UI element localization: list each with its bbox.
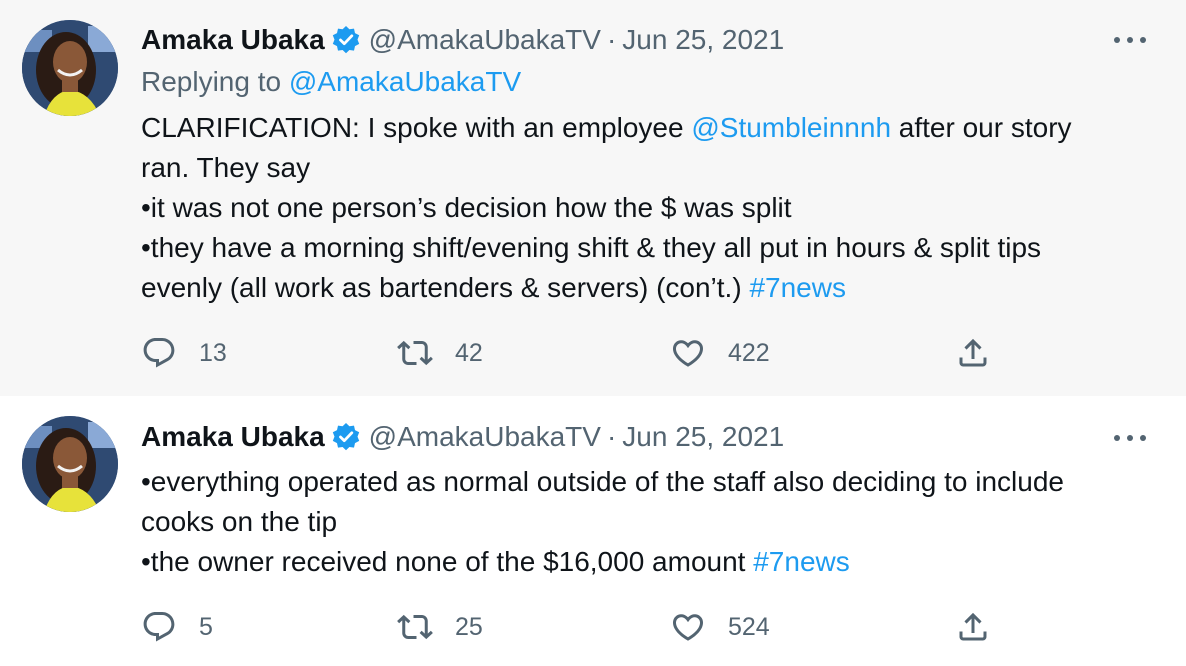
more-icon[interactable] <box>1114 30 1146 50</box>
reply-button[interactable]: 13 <box>141 333 227 373</box>
header-separator: · <box>606 421 617 452</box>
avatar[interactable] <box>22 20 118 116</box>
reply-icon <box>143 612 175 642</box>
replying-to-label: Replying to <box>141 66 289 97</box>
share-icon <box>959 338 987 367</box>
avatar[interactable] <box>22 416 118 512</box>
tweet-header: Amaka Ubaka @AmakaUbakaTV · Jun 25, 2021 <box>141 22 784 58</box>
tweet-text-line: •everything operated as normal outside o… <box>141 466 1064 497</box>
like-count: 524 <box>728 612 770 641</box>
tweet-text-line: cooks on the tip <box>141 506 338 537</box>
author-name[interactable]: Amaka Ubaka <box>141 421 325 453</box>
tweet-text: CLARIFICATION: I spoke with an employee … <box>141 108 1151 308</box>
retweet-count: 25 <box>455 612 483 641</box>
text-segment: •the owner received none of the $16,000 … <box>141 546 754 577</box>
reply-count: 13 <box>199 338 227 367</box>
tweet-parent[interactable]: Amaka Ubaka @AmakaUbakaTV · Jun 25, 2021… <box>0 0 1186 396</box>
text-segment: CLARIFICATION: I spoke with an employee <box>141 112 692 143</box>
tweet-text-line: •it was not one person’s decision how th… <box>141 192 792 223</box>
tweet-date[interactable]: Jun 25, 2021 <box>622 421 784 453</box>
reply-count: 5 <box>199 612 213 641</box>
text-segment: evenly (all work as bartenders & servers… <box>141 272 750 303</box>
tweet-header: Amaka Ubaka @AmakaUbakaTV · Jun 25, 2021 <box>141 419 784 455</box>
tweet-text: •everything operated as normal outside o… <box>141 462 1151 582</box>
hashtag-link[interactable]: #7news <box>749 272 846 303</box>
tweet-text-line: •they have a morning shift/evening shift… <box>141 232 1042 263</box>
retweet-icon <box>397 340 433 366</box>
more-icon[interactable] <box>1114 428 1146 448</box>
tweet-text-line: •the owner received none of the $16,000 … <box>141 542 1151 582</box>
like-icon <box>672 340 704 367</box>
mention-link[interactable]: @Stumbleinnnh <box>691 112 891 143</box>
hashtag-link[interactable]: #7news <box>753 546 850 577</box>
replying-to-handle-link[interactable]: @AmakaUbakaTV <box>289 66 521 97</box>
share-icon <box>959 612 987 641</box>
tweet-text-line: ran. They say <box>141 152 311 183</box>
verified-badge-icon <box>331 422 361 452</box>
tweet-text-line: evenly (all work as bartenders & servers… <box>141 268 1151 308</box>
header-separator: · <box>606 24 617 55</box>
author-handle[interactable]: @AmakaUbakaTV <box>369 421 601 453</box>
like-button[interactable]: 524 <box>670 607 770 647</box>
share-button[interactable] <box>955 607 991 647</box>
retweet-button[interactable]: 25 <box>397 607 483 647</box>
retweet-icon <box>397 614 433 640</box>
text-segment: after our story <box>891 112 1072 143</box>
author-name[interactable]: Amaka Ubaka <box>141 24 325 56</box>
tweet-date[interactable]: Jun 25, 2021 <box>622 24 784 56</box>
retweet-count: 42 <box>455 338 483 367</box>
reply-button[interactable]: 5 <box>141 607 213 647</box>
retweet-button[interactable]: 42 <box>397 333 483 373</box>
tweet-actions: 13 42 422 <box>141 333 1001 373</box>
verified-badge-icon <box>331 25 361 55</box>
tweet-text-line: CLARIFICATION: I spoke with an employee … <box>141 108 1151 148</box>
like-button[interactable]: 422 <box>670 333 770 373</box>
reply-icon <box>143 338 175 368</box>
author-handle[interactable]: @AmakaUbakaTV <box>369 24 601 56</box>
replying-to: Replying to @AmakaUbakaTV <box>141 66 521 98</box>
tweet-reply[interactable]: Amaka Ubaka @AmakaUbakaTV · Jun 25, 2021… <box>0 396 1186 666</box>
share-button[interactable] <box>955 333 991 373</box>
tweet-actions: 5 25 524 <box>141 607 1001 647</box>
like-icon <box>672 614 704 641</box>
like-count: 422 <box>728 338 770 367</box>
